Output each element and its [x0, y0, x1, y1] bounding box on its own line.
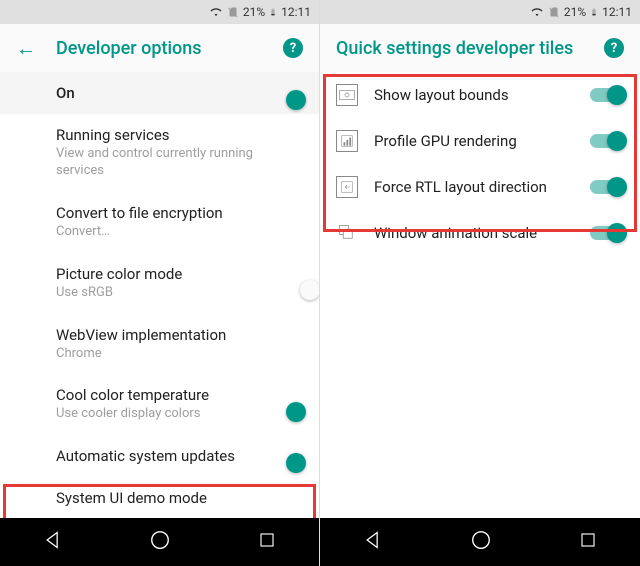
setting-webview[interactable]: WebView implementation Chrome	[0, 314, 319, 375]
nav-back-icon[interactable]	[43, 530, 63, 554]
nav-recents-icon[interactable]	[579, 531, 597, 553]
battery-text: 21%	[564, 5, 586, 19]
app-bar: ← Developer options ?	[0, 24, 319, 72]
setting-sub: Use sRGB	[56, 285, 303, 302]
tile-label: Profile GPU rendering	[374, 132, 574, 150]
setting-sub: View and control currently running servi…	[56, 146, 303, 180]
tile-window-anim[interactable]: Window animation scale	[320, 210, 640, 256]
setting-label: Automatic system updates	[56, 447, 303, 465]
app-bar: Quick settings developer tiles ?	[320, 24, 640, 72]
wifi-icon	[530, 6, 544, 18]
tiles-list: Show layout bounds Profile GPU rendering…	[320, 72, 640, 518]
page-title: Quick settings developer tiles	[336, 38, 584, 59]
settings-list[interactable]: On Running services View and control cur…	[0, 72, 319, 518]
help-icon[interactable]: ?	[283, 38, 303, 58]
tile-label: Force RTL layout direction	[374, 178, 574, 196]
wifi-icon	[209, 6, 223, 18]
tile-layout-bounds[interactable]: Show layout bounds	[320, 72, 640, 118]
master-toggle-label: On	[56, 84, 75, 102]
nav-recents-icon[interactable]	[258, 531, 276, 553]
battery-text: 21%	[243, 5, 265, 19]
setting-sub: Use cooler display colors	[56, 406, 303, 423]
tile-toggle[interactable]	[590, 226, 624, 240]
tile-label: Window animation scale	[374, 224, 574, 242]
setting-running-services[interactable]: Running services View and control curren…	[0, 114, 319, 192]
gpu-rendering-icon	[336, 130, 358, 152]
setting-label: Convert to file encryption	[56, 204, 303, 222]
tile-rtl[interactable]: Force RTL layout direction	[320, 164, 640, 210]
no-sim-icon	[548, 5, 560, 19]
setting-sub: Convert…	[56, 224, 303, 241]
back-icon[interactable]: ←	[16, 36, 36, 61]
master-toggle-row[interactable]: On	[0, 72, 319, 114]
tile-gpu-rendering[interactable]: Profile GPU rendering	[320, 118, 640, 164]
tile-label: Show layout bounds	[374, 86, 574, 104]
setting-label: System UI demo mode	[56, 489, 303, 507]
tile-toggle[interactable]	[590, 180, 624, 194]
window-anim-icon	[336, 222, 358, 244]
setting-auto-updates[interactable]: Automatic system updates	[0, 435, 319, 477]
setting-sub: Chrome	[56, 346, 303, 363]
setting-demo-mode[interactable]: System UI demo mode	[0, 477, 319, 518]
setting-label: Picture color mode	[56, 265, 303, 283]
battery-icon	[590, 5, 598, 19]
developer-options-screen: 21% 12:11 ← Developer options ? On Runni…	[0, 0, 320, 566]
setting-label: WebView implementation	[56, 326, 303, 344]
nav-bar	[0, 518, 319, 566]
no-sim-icon	[227, 5, 239, 19]
layout-bounds-icon	[336, 84, 358, 106]
qs-dev-tiles-screen: 21% 12:11 Quick settings developer tiles…	[320, 0, 640, 566]
setting-picture-color[interactable]: Picture color mode Use sRGB	[0, 253, 319, 314]
battery-icon	[269, 5, 277, 19]
rtl-icon	[336, 176, 358, 198]
tile-toggle[interactable]	[590, 88, 624, 102]
nav-back-icon[interactable]	[363, 530, 383, 554]
nav-bar	[320, 518, 640, 566]
clock-text: 12:11	[602, 5, 632, 19]
setting-convert-encryption[interactable]: Convert to file encryption Convert…	[0, 192, 319, 253]
nav-home-icon[interactable]	[470, 529, 492, 555]
setting-cool-color[interactable]: Cool color temperature Use cooler displa…	[0, 374, 319, 435]
status-bar: 21% 12:11	[0, 0, 319, 24]
status-bar: 21% 12:11	[320, 0, 640, 24]
setting-label: Cool color temperature	[56, 386, 303, 404]
nav-home-icon[interactable]	[149, 529, 171, 555]
page-title: Developer options	[56, 38, 263, 59]
clock-text: 12:11	[281, 5, 311, 19]
setting-label: Running services	[56, 126, 303, 144]
help-icon[interactable]: ?	[604, 38, 624, 58]
tile-toggle[interactable]	[590, 134, 624, 148]
